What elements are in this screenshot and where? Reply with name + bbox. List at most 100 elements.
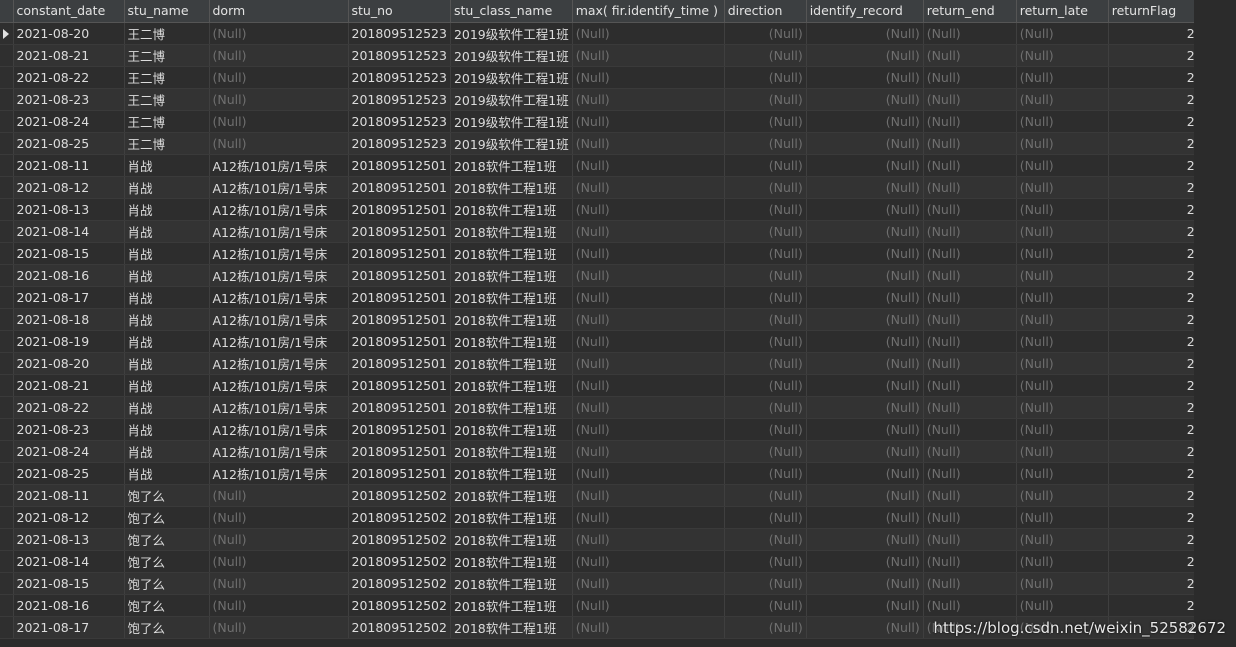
cell-constant-date[interactable]: 2021-08-20 (13, 352, 125, 375)
cell-return-late[interactable]: (Null) (1016, 528, 1109, 551)
cell-returnflag[interactable]: 2 (1108, 176, 1199, 199)
cell-return-end[interactable]: (Null) (923, 308, 1017, 331)
cell-constant-date[interactable]: 2021-08-14 (13, 220, 125, 243)
cell-max-identify-time[interactable]: (Null) (572, 220, 725, 243)
cell-returnflag[interactable]: 2 (1108, 264, 1199, 287)
cell-return-end[interactable]: (Null) (923, 506, 1017, 529)
cell-return-late[interactable]: (Null) (1016, 374, 1109, 397)
cell-return-end[interactable]: (Null) (923, 176, 1017, 199)
cell-dorm[interactable]: (Null) (209, 66, 349, 89)
cell-identify-record[interactable]: (Null) (806, 22, 924, 45)
cell-stu-no[interactable]: 201809512523 (348, 132, 451, 155)
cell-identify-record[interactable]: (Null) (806, 220, 924, 243)
cell-constant-date[interactable]: 2021-08-20 (13, 22, 125, 45)
cell-direction[interactable]: (Null) (724, 528, 807, 551)
cell-stu-class-name[interactable]: 2018软件工程1班 (450, 308, 573, 331)
row-indicator[interactable] (0, 572, 14, 595)
cell-return-late[interactable]: (Null) (1016, 110, 1109, 133)
cell-identify-record[interactable]: (Null) (806, 330, 924, 353)
cell-direction[interactable]: (Null) (724, 374, 807, 397)
cell-stu-no[interactable]: 201809512501 (348, 374, 451, 397)
table-row[interactable]: 2021-08-22 肖战 A12栋/101房/1号床 201809512501 201… (0, 396, 1199, 419)
column-header-stu-class-name[interactable]: stu_class_name (450, 0, 573, 23)
cell-stu-class-name[interactable]: 2018软件工程1班 (450, 242, 573, 265)
column-header-max-identify-time[interactable]: max( fir.identify_time ) (572, 0, 725, 23)
table-row[interactable]: 2021-08-12 饱了么 (Null) 201809512502 2018软件工程1… (0, 506, 1199, 529)
row-indicator[interactable] (0, 528, 14, 551)
cell-identify-record[interactable]: (Null) (806, 154, 924, 177)
cell-identify-record[interactable]: (Null) (806, 528, 924, 551)
cell-max-identify-time[interactable]: (Null) (572, 352, 725, 375)
cell-stu-no[interactable]: 201809512501 (348, 352, 451, 375)
cell-identify-record[interactable]: (Null) (806, 88, 924, 111)
row-indicator[interactable] (0, 550, 14, 573)
cell-stu-name[interactable]: 肖战 (124, 286, 210, 309)
cell-return-end[interactable]: (Null) (923, 572, 1017, 595)
cell-return-late[interactable]: (Null) (1016, 154, 1109, 177)
cell-return-late[interactable]: (Null) (1016, 352, 1109, 375)
cell-max-identify-time[interactable]: (Null) (572, 594, 725, 617)
cell-direction[interactable]: (Null) (724, 484, 807, 507)
row-indicator[interactable] (0, 484, 14, 507)
table-row[interactable]: 2021-08-25 肖战 A12栋/101房/1号床 201809512501 201… (0, 462, 1199, 485)
cell-stu-class-name[interactable]: 2019级软件工程1班 (450, 66, 573, 89)
cell-dorm[interactable]: A12栋/101房/1号床 (209, 220, 349, 243)
cell-stu-class-name[interactable]: 2018软件工程1班 (450, 154, 573, 177)
cell-constant-date[interactable]: 2021-08-15 (13, 572, 125, 595)
column-header-dorm[interactable]: dorm (209, 0, 349, 23)
row-indicator[interactable] (0, 264, 14, 287)
cell-stu-no[interactable]: 201809512502 (348, 550, 451, 573)
cell-dorm[interactable]: (Null) (209, 132, 349, 155)
cell-return-late[interactable]: (Null) (1016, 286, 1109, 309)
cell-stu-name[interactable]: 肖战 (124, 176, 210, 199)
cell-stu-no[interactable]: 201809512502 (348, 616, 451, 639)
cell-direction[interactable]: (Null) (724, 198, 807, 221)
cell-stu-no[interactable]: 201809512501 (348, 286, 451, 309)
cell-stu-name[interactable]: 王二博 (124, 66, 210, 89)
table-row[interactable]: 2021-08-23 肖战 A12栋/101房/1号床 201809512501 201… (0, 418, 1199, 441)
cell-dorm[interactable]: A12栋/101房/1号床 (209, 264, 349, 287)
cell-dorm[interactable]: A12栋/101房/1号床 (209, 352, 349, 375)
cell-identify-record[interactable]: (Null) (806, 242, 924, 265)
cell-stu-name[interactable]: 肖战 (124, 374, 210, 397)
cell-returnflag[interactable]: 2 (1108, 242, 1199, 265)
table-row[interactable]: 2021-08-21 肖战 A12栋/101房/1号床 201809512501 201… (0, 374, 1199, 397)
cell-returnflag[interactable]: 2 (1108, 308, 1199, 331)
cell-identify-record[interactable]: (Null) (806, 616, 924, 639)
row-indicator[interactable] (0, 440, 14, 463)
cell-stu-no[interactable]: 201809512523 (348, 88, 451, 111)
cell-returnflag[interactable]: 2 (1108, 66, 1199, 89)
cell-identify-record[interactable]: (Null) (806, 594, 924, 617)
row-indicator[interactable] (0, 352, 14, 375)
cell-stu-no[interactable]: 201809512501 (348, 198, 451, 221)
cell-stu-name[interactable]: 王二博 (124, 132, 210, 155)
row-indicator[interactable] (0, 198, 14, 221)
cell-max-identify-time[interactable]: (Null) (572, 242, 725, 265)
cell-direction[interactable]: (Null) (724, 264, 807, 287)
cell-dorm[interactable]: A12栋/101房/1号床 (209, 308, 349, 331)
cell-constant-date[interactable]: 2021-08-22 (13, 396, 125, 419)
cell-return-end[interactable]: (Null) (923, 198, 1017, 221)
cell-stu-no[interactable]: 201809512502 (348, 572, 451, 595)
table-row[interactable]: 2021-08-14 饱了么 (Null) 201809512502 2018软件工程1… (0, 550, 1199, 573)
table-row[interactable]: 2021-08-18 肖战 A12栋/101房/1号床 201809512501 201… (0, 308, 1199, 331)
cell-dorm[interactable]: (Null) (209, 484, 349, 507)
cell-return-end[interactable]: (Null) (923, 22, 1017, 45)
cell-return-end[interactable]: (Null) (923, 528, 1017, 551)
cell-direction[interactable]: (Null) (724, 66, 807, 89)
cell-return-late[interactable]: (Null) (1016, 88, 1109, 111)
table-row[interactable]: 2021-08-19 肖战 A12栋/101房/1号床 201809512501 201… (0, 330, 1199, 353)
cell-dorm[interactable]: A12栋/101房/1号床 (209, 242, 349, 265)
cell-dorm[interactable]: (Null) (209, 44, 349, 67)
cell-dorm[interactable]: A12栋/101房/1号床 (209, 462, 349, 485)
cell-stu-name[interactable]: 肖战 (124, 242, 210, 265)
table-row[interactable]: 2021-08-11 肖战 A12栋/101房/1号床 201809512501 201… (0, 154, 1199, 177)
cell-stu-name[interactable]: 饱了么 (124, 572, 210, 595)
cell-stu-name[interactable]: 肖战 (124, 308, 210, 331)
row-indicator[interactable] (0, 132, 14, 155)
cell-constant-date[interactable]: 2021-08-14 (13, 550, 125, 573)
cell-stu-name[interactable]: 饱了么 (124, 594, 210, 617)
cell-stu-class-name[interactable]: 2019级软件工程1班 (450, 88, 573, 111)
cell-identify-record[interactable]: (Null) (806, 44, 924, 67)
cell-stu-no[interactable]: 201809512501 (348, 154, 451, 177)
